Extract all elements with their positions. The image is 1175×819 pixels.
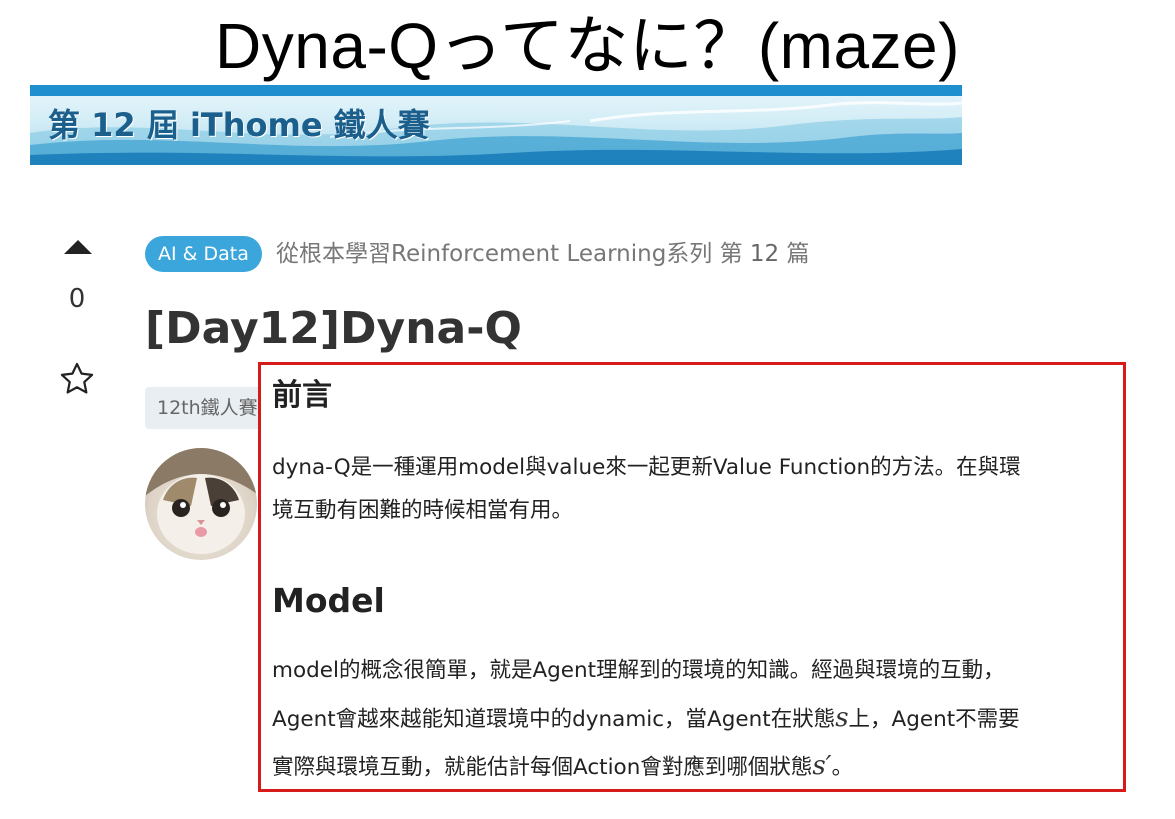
math-symbol-s: s (835, 702, 849, 733)
highlighted-content: 前言 dyna-Q是一種運用model與value來一起更新Value Func… (258, 362, 1126, 792)
intro-paragraph: dyna-Q是一種運用model與value來一起更新Value Functio… (272, 446, 1122, 532)
model-text: 實際與環境互動，就能估計每個Action會對應到哪個狀態 (272, 755, 813, 780)
model-line: model的概念很簡單，就是Agent理解到的環境的知識。經過與環境的互動， (272, 658, 1005, 683)
model-paragraph: model的概念很簡單，就是Agent理解到的環境的知識。經過與環境的互動， A… (272, 647, 1122, 792)
series-number: 12 (749, 241, 780, 267)
slide-title: Dyna-Qってなに？(maze) (215, 10, 960, 82)
category-tag[interactable]: AI & Data (145, 236, 262, 272)
upvote-icon[interactable] (64, 240, 92, 254)
section-heading-intro: 前言 (272, 378, 332, 413)
banner-title: 第 12 屆 iThome 鐵人賽 (48, 106, 430, 144)
avatar[interactable] (145, 448, 257, 560)
series-name-link[interactable]: 從根本學習Reinforcement Learning (276, 241, 666, 267)
avatar-cat-image (145, 448, 257, 554)
series-unit: 篇 (786, 241, 810, 267)
article-title: [Day12]Dyna-Q (145, 303, 522, 354)
vote-count: 0 (68, 284, 86, 314)
model-text: Agent會越來越能知道環境中的dynamic，當Agent在狀態 (272, 706, 836, 732)
section-heading-model: Model (272, 581, 385, 620)
model-text: 。 (831, 755, 854, 780)
intro-line: 境互動有困難的時候相當有用。 (272, 498, 574, 523)
model-line: 實際與環境互動，就能估計每個Action會對應到哪個狀態s′。 (272, 743, 1122, 792)
series-info: 從根本學習Reinforcement Learning系列 第 12 篇 (276, 238, 810, 270)
model-text: 上，Agent不需要 (848, 706, 1020, 732)
star-icon[interactable] (58, 360, 96, 398)
math-symbol-s-prime: s′ (812, 751, 832, 781)
intro-line: dyna-Q是一種運用model與value來一起更新Value Functio… (272, 455, 1021, 480)
ithome-banner: 第 12 屆 iThome 鐵人賽 (30, 85, 962, 165)
model-line: Agent會越來越能知道環境中的dynamic，當Agent在狀態s上，Agen… (272, 695, 1122, 744)
series-suffix: 系列 第 (666, 241, 743, 267)
